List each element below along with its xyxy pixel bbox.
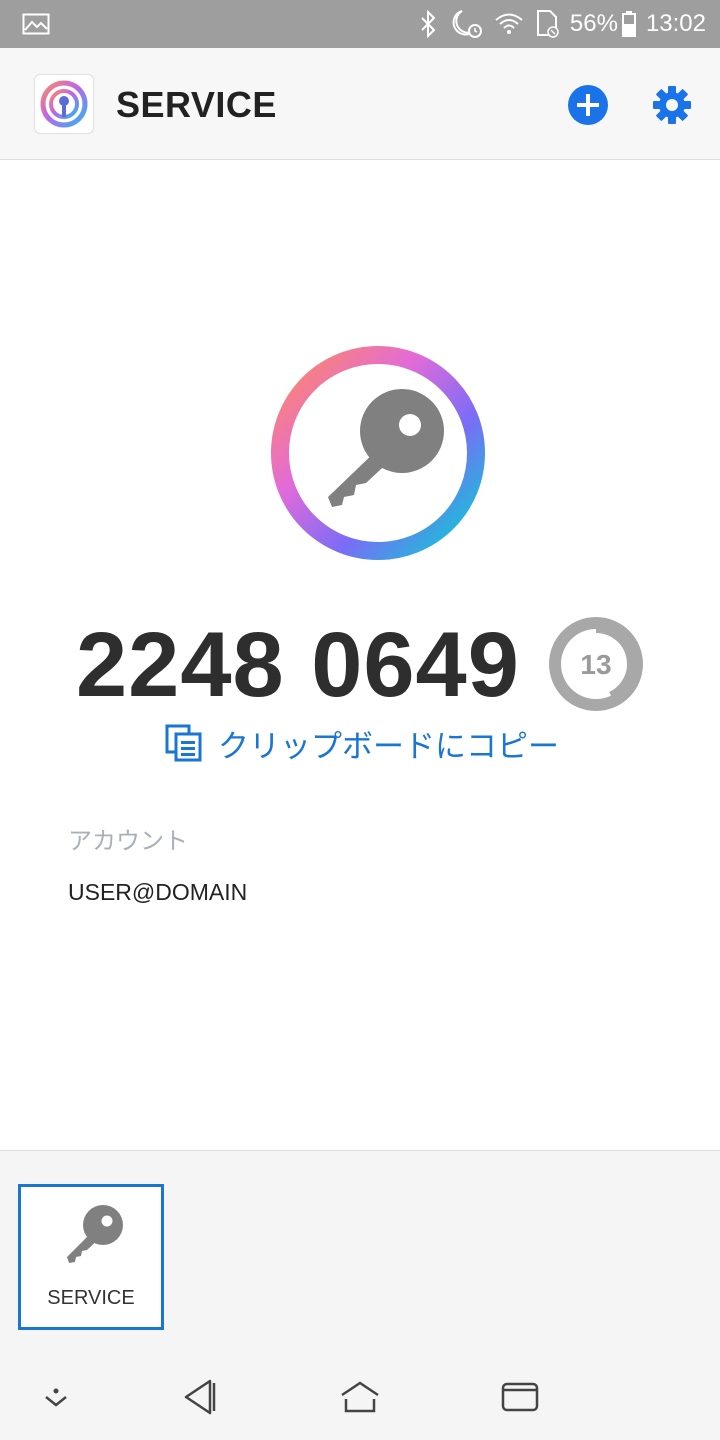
back-button[interactable]: [176, 1375, 224, 1419]
settings-button[interactable]: [651, 84, 693, 126]
status-bar: 56% 13:02: [0, 0, 720, 48]
plus-circle-icon: [568, 85, 608, 125]
system-nav-bar: [0, 1355, 720, 1440]
collapse-icon: [45, 1388, 67, 1407]
status-right: 56% 13:02: [410, 9, 706, 39]
token-tray: SERVICE: [0, 1150, 720, 1355]
gear-icon: [653, 86, 691, 124]
copy-to-clipboard-button[interactable]: クリップボードにコピー: [164, 721, 559, 765]
clock: 13:02: [645, 10, 706, 37]
tray-item-label: SERVICE: [47, 1287, 135, 1309]
otp-row: 2248 0649 13: [0, 611, 720, 721]
copy-label: クリップボードにコピー: [218, 728, 559, 765]
clipboard-icon: [165, 724, 202, 762]
key-icon: [67, 1205, 123, 1263]
timer-seconds: 13: [580, 649, 611, 680]
account-value: USER@DOMAIN: [68, 879, 248, 905]
app-bar: SERVICE: [0, 48, 720, 160]
back-icon: [184, 1379, 216, 1415]
status-left: [22, 13, 50, 35]
otp-code: 2248 0649: [76, 614, 520, 716]
gallery-icon: [22, 13, 50, 35]
home-icon: [341, 1381, 379, 1413]
app-logo-icon: [34, 74, 94, 134]
token-detail: 2248 0649 13 クリップボードにコピー アカウント USER@DOMA…: [0, 161, 720, 1150]
account-label: アカウント: [68, 827, 188, 855]
recents-icon: [501, 1382, 539, 1412]
wifi-icon: [495, 13, 523, 34]
moon-alarm-icon: [452, 10, 482, 38]
recents-button[interactable]: [496, 1375, 544, 1419]
home-button[interactable]: [336, 1375, 384, 1419]
tray-item-service[interactable]: SERVICE: [18, 1184, 164, 1330]
bluetooth-icon: [421, 10, 436, 38]
add-button[interactable]: [567, 84, 609, 126]
service-key-logo: [271, 346, 485, 560]
countdown-timer: 13: [549, 617, 643, 711]
sim-icon: [536, 10, 559, 38]
battery-icon: [621, 11, 636, 37]
collapse-button[interactable]: [32, 1375, 80, 1419]
battery-percent: 56%: [569, 10, 618, 37]
app-title: SERVICE: [116, 84, 277, 125]
